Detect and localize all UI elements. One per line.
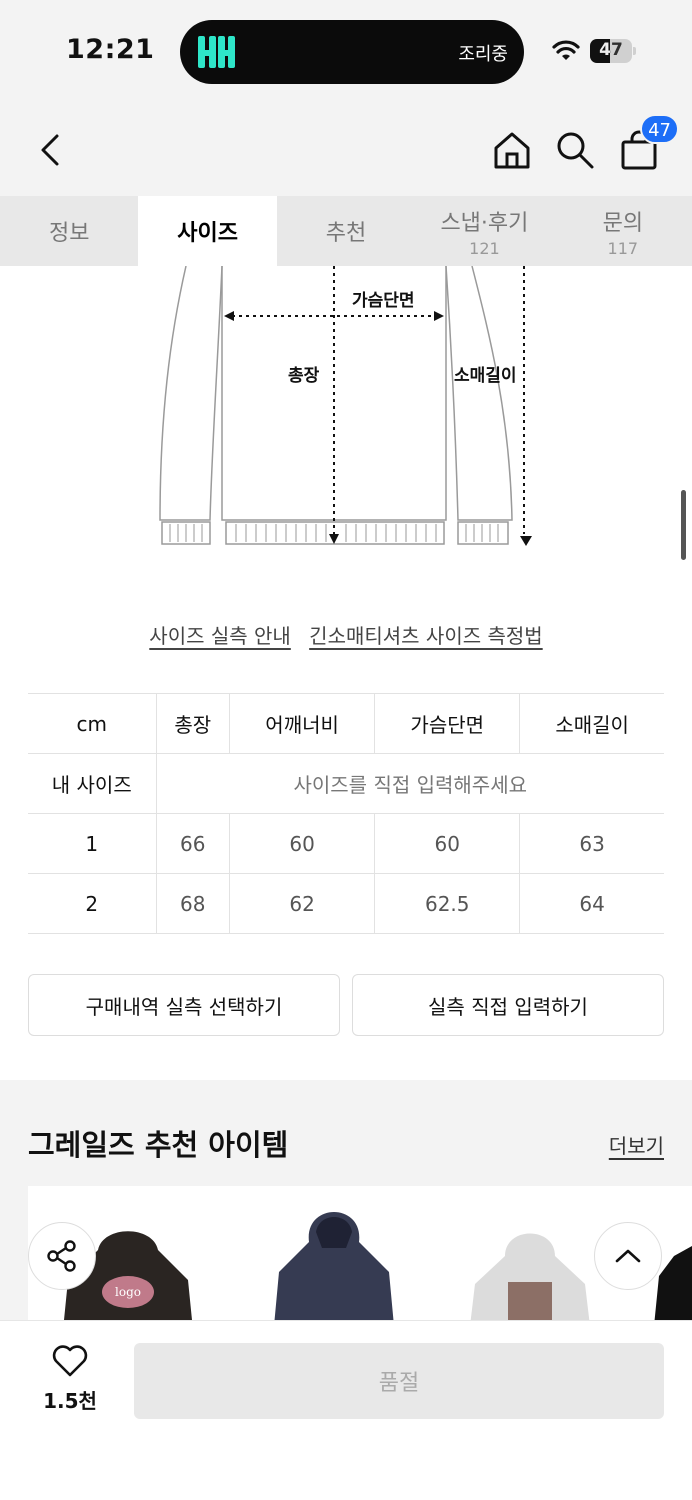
tab-info[interactable]: 정보 [0,196,138,266]
direct-size-input-button[interactable]: 실측 직접 입력하기 [352,974,664,1036]
value-cell: 62.5 [374,873,520,934]
share-button[interactable] [28,1222,96,1290]
tab-label: 문의 [602,210,644,236]
length-label: 총장 [288,366,320,386]
size-guide-links: 사이즈 실측 안내 긴소매티셔츠 사이즈 측정법 [0,620,692,649]
sleeve-label: 소매길이 [454,366,517,386]
battery-level: 47 [599,40,623,60]
value-cell: 66 [155,813,230,874]
app-logo-icon [198,36,235,68]
tab-snap-review[interactable]: 스냅·후기 121 [415,196,553,266]
tab-inquiry[interactable]: 문의 117 [554,196,692,266]
measure-method-link[interactable]: 긴소매티셔츠 사이즈 측정법 [309,624,543,648]
column-header: 총장 [155,693,230,754]
table-header-row: cm 총장 어깨너비 가슴단면 소매길이 [28,693,664,754]
product-tabs: 정보 사이즈 추천 스냅·후기 121 문의 117 [0,196,692,266]
unit-cell: cm [28,693,156,754]
tab-size[interactable]: 사이즈 [138,196,277,266]
purchase-history-size-button[interactable]: 구매내역 실측 선택하기 [28,974,340,1036]
cart-count-badge: 47 [640,114,679,144]
svg-text:logo: logo [115,1285,141,1299]
purchase-bar: 1.5천 품절 [0,1320,692,1500]
scrollbar[interactable] [681,490,686,560]
sold-out-button[interactable]: 품절 [134,1343,664,1419]
more-link[interactable]: 더보기 [609,1130,664,1159]
status-time: 12:21 [66,34,155,65]
share-icon [47,1240,76,1272]
wifi-icon [552,40,580,60]
table-row: 1 66 60 60 63 [28,813,664,874]
battery-icon: 47 [590,39,632,63]
tab-label: 사이즈 [177,221,238,246]
chevron-up-icon [615,1249,641,1263]
value-cell: 60 [374,813,520,874]
tab-label: 추천 [325,221,367,246]
my-size-label: 내 사이즈 [28,753,156,814]
product-thumbnail[interactable] [460,1226,600,1326]
home-icon [494,132,530,169]
activity-text: 조리중 [458,44,508,65]
table-row: 2 68 62 62.5 64 [28,873,664,934]
value-cell: 64 [519,873,664,934]
my-size-input[interactable]: 사이즈를 직접 입력해주세요 [155,753,664,814]
tab-label: 스냅·후기 [440,210,529,236]
cart-button[interactable]: 47 [617,114,679,172]
product-thumbnail[interactable] [264,1202,404,1326]
size-cell: 1 [28,813,156,874]
heart-icon [52,1345,88,1377]
back-button[interactable] [28,128,72,172]
recommend-title: 그레일즈 추천 아이템 [28,1128,289,1162]
size-diagram: 가슴단면 총장 소매길이 [0,265,692,576]
home-button[interactable] [490,128,534,172]
tab-count: 121 [469,238,500,258]
value-cell: 62 [229,873,375,934]
sweatshirt-illustration [159,265,532,546]
size-table: cm 총장 어깨너비 가슴단면 소매길이 내 사이즈 사이즈를 직접 입력해주세… [28,693,664,934]
search-button[interactable] [553,128,597,172]
value-cell: 63 [519,813,664,874]
column-header: 가슴단면 [374,693,520,754]
search-icon [557,132,594,169]
dynamic-island[interactable]: 조리중 [180,20,524,84]
recommend-carousel[interactable]: logo [28,1186,692,1326]
chest-label: 가슴단면 [352,291,415,311]
back-icon [41,134,59,166]
like-count: 1.5천 [43,1389,97,1413]
size-guide-link[interactable]: 사이즈 실측 안내 [149,624,291,648]
tab-label: 정보 [48,221,90,246]
battery-cap [633,47,636,55]
value-cell: 60 [229,813,375,874]
column-header: 어깨너비 [229,693,375,754]
tab-count: 117 [607,238,639,258]
size-cell: 2 [28,873,156,934]
top-navigation: 47 [0,104,692,196]
value-cell: 68 [155,873,230,934]
status-bar: 12:21 조리중 47 [0,0,692,104]
tab-recommend[interactable]: 추천 [277,196,415,266]
my-size-row[interactable]: 내 사이즈 사이즈를 직접 입력해주세요 [28,753,664,814]
scroll-to-top-button[interactable] [594,1222,662,1290]
like-button[interactable]: 1.5천 [30,1345,110,1414]
column-header: 소매길이 [519,693,664,754]
